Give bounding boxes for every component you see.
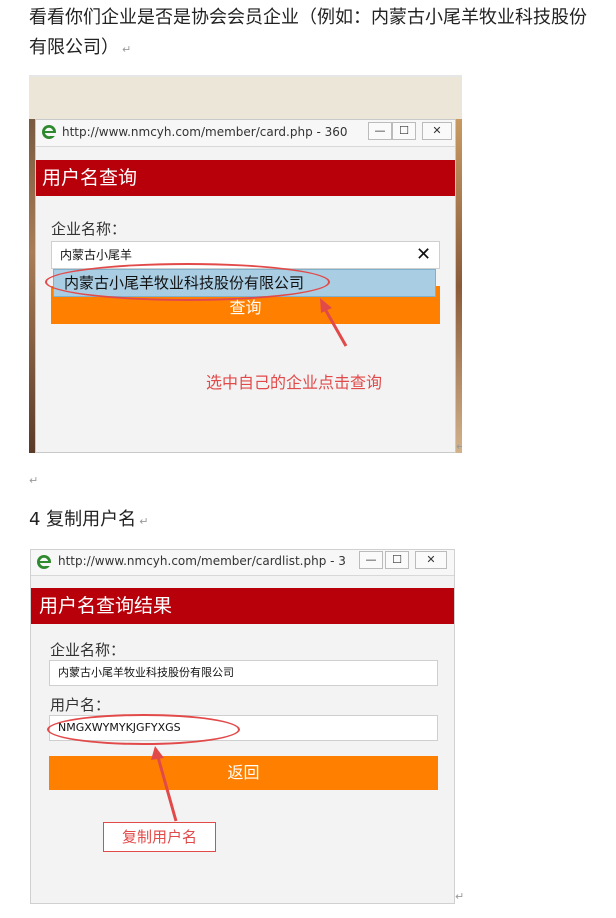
paragraph-return-mark: ↵ <box>455 890 465 903</box>
dialog-header: 用户名查询 <box>36 160 455 196</box>
step-heading-text: 4 复制用户名 <box>29 509 137 530</box>
paragraph-return-mark: ↵ <box>139 515 149 528</box>
highlight-ellipse <box>47 714 240 745</box>
company-label: 企业名称： <box>51 220 127 238</box>
maximize-icon[interactable]: ☐ <box>392 122 416 140</box>
window-url: http://www.nmcyh.com/member/card.php - 3… <box>62 125 348 139</box>
window-titlebar: http://www.nmcyh.com/member/cardlist.php… <box>31 550 454 576</box>
username-label: 用户名： <box>50 696 111 714</box>
window-url: http://www.nmcyh.com/member/cardlist.php… <box>58 554 346 568</box>
step-heading: 4 复制用户名 ↵ <box>29 505 148 537</box>
arrow-icon <box>151 746 178 822</box>
paragraph-return-mark: ↵ <box>456 440 462 453</box>
ie-browser-icon <box>42 125 56 139</box>
intro-text: 看看你们企业是否是协会会员企业（例如：内蒙古小尾羊牧业科技股份有限公司） <box>29 7 587 58</box>
screenshot-query-dialog: http://www.nmcyh.com/member/card.php - 3… <box>29 75 462 453</box>
clear-input-icon[interactable]: ✕ <box>416 244 431 265</box>
ie-browser-icon <box>37 555 51 569</box>
paragraph-return-mark: ↵ <box>122 43 132 56</box>
background-band <box>29 77 462 119</box>
background-strip-right <box>456 119 462 453</box>
close-icon[interactable]: ✕ <box>422 122 452 140</box>
intro-paragraph: 看看你们企业是否是协会会员企业（例如：内蒙古小尾羊牧业科技股份有限公司） ↵ <box>29 3 604 65</box>
screenshot-result-dialog: http://www.nmcyh.com/member/cardlist.php… <box>30 549 455 904</box>
close-icon[interactable]: ✕ <box>415 551 447 569</box>
window-titlebar: http://www.nmcyh.com/member/card.php - 3… <box>36 120 455 147</box>
highlight-ellipse <box>45 263 330 301</box>
query-window: http://www.nmcyh.com/member/card.php - 3… <box>35 119 456 453</box>
arrow-icon <box>320 298 348 347</box>
company-label: 企业名称： <box>50 641 126 659</box>
annotation-copy-username: 复制用户名 <box>103 822 216 852</box>
dialog-header: 用户名查询结果 <box>31 588 454 624</box>
minimize-icon[interactable]: — <box>368 122 392 140</box>
paragraph-return-mark: ↵ <box>29 474 39 487</box>
minimize-icon[interactable]: — <box>359 551 383 569</box>
annotation-select-company: 选中自己的企业点击查询 <box>206 373 383 392</box>
back-button[interactable]: 返回 <box>49 756 438 790</box>
company-input-text: 内蒙古小尾羊 <box>60 248 133 262</box>
maximize-icon[interactable]: ☐ <box>385 551 409 569</box>
company-name-field[interactable]: 内蒙古小尾羊牧业科技股份有限公司 <box>49 660 438 686</box>
